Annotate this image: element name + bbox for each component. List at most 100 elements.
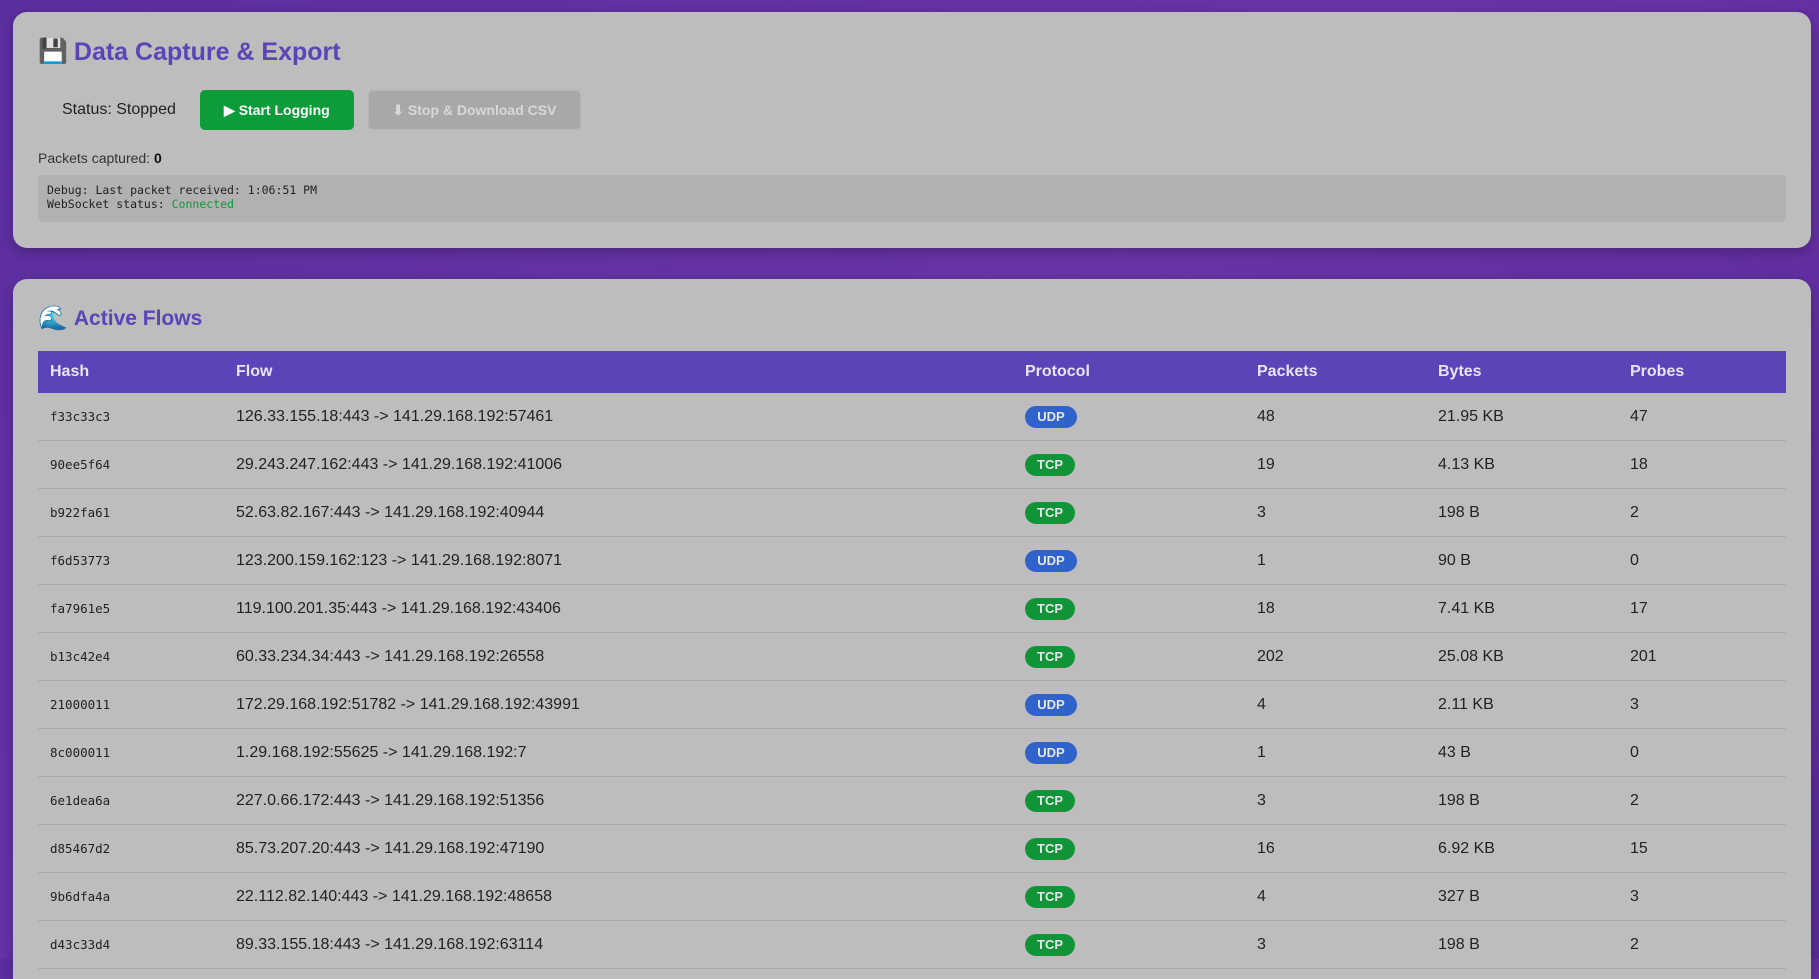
column-header-hash[interactable]: Hash [38, 351, 224, 393]
protocol-cell: TCP [1013, 872, 1245, 921]
probes-cell: 2 [1618, 488, 1786, 537]
bytes-cell: 7.41 KB [1426, 584, 1618, 633]
protocol-badge: TCP [1025, 789, 1075, 812]
websocket-status-line: WebSocket status: Connected [47, 197, 1777, 211]
table-row[interactable]: 6e1dea6a 227.0.66.172:443 -> 141.29.168.1… [38, 776, 1786, 825]
column-header-protocol[interactable]: Protocol [1013, 351, 1245, 393]
column-header-bytes[interactable]: Bytes [1426, 351, 1618, 393]
bytes-cell: 25.08 KB [1426, 632, 1618, 681]
flow-cell: 85.73.207.20:443 -> 141.29.168.192:47190 [224, 824, 1013, 873]
flow-cell: 126.33.155.18:443 -> 141.29.168.192:5746… [224, 393, 1013, 441]
protocol-cell: TCP [1013, 440, 1245, 489]
bytes-cell: 4.13 KB [1426, 440, 1618, 489]
protocol-badge: TCP [1025, 645, 1075, 668]
protocol-cell: UDP [1013, 393, 1245, 441]
table-row[interactable]: d85467d2 85.73.207.20:443 -> 141.29.168.1… [38, 824, 1786, 873]
table-row[interactable]: 9b6dfa4a 22.112.82.140:443 -> 141.29.168.… [38, 872, 1786, 921]
probes-cell: 2 [1618, 776, 1786, 825]
column-header-packets[interactable]: Packets [1245, 351, 1426, 393]
flow-cell: 22.112.82.140:443 -> 141.29.168.192:4865… [224, 872, 1013, 921]
protocol-cell: UDP [1013, 680, 1245, 729]
table-row[interactable]: f33c33c3 126.33.155.18:443 -> 141.29.168.… [38, 393, 1786, 441]
flows-table-header: Hash Flow Protocol Packets Bytes Probes [38, 351, 1786, 393]
flow-cell: 60.33.234.34:443 -> 141.29.168.192:26558 [224, 632, 1013, 681]
packets-cell: 3 [1245, 488, 1426, 537]
protocol-cell: TCP [1013, 632, 1245, 681]
packets-cell: 4 [1245, 680, 1426, 729]
bytes-cell: 43 B [1426, 728, 1618, 777]
start-logging-button[interactable]: ▶ Start Logging [199, 90, 354, 130]
bytes-cell: 198 B [1426, 776, 1618, 825]
table-row[interactable]: 8c000011 1.29.168.192:55625 -> 141.29.168… [38, 728, 1786, 777]
protocol-cell: TCP [1013, 824, 1245, 873]
flow-cell: 52.63.82.167:443 -> 141.29.168.192:40944 [224, 488, 1013, 537]
flow-hash-cell: 8c000011 [38, 728, 224, 777]
protocol-badge: TCP [1025, 501, 1075, 524]
table-row[interactable]: 21000011 172.29.168.192:51782 -> 141.29.1… [38, 680, 1786, 729]
flow-hash-cell: d85467d2 [38, 824, 224, 873]
packets-cell: 3 [1245, 920, 1426, 969]
table-row[interactable]: fa7961e5 119.100.201.35:443 -> 141.29.168… [38, 584, 1786, 633]
packets-cell: 1 [1245, 728, 1426, 777]
bytes-cell: 198 B [1426, 920, 1618, 969]
websocket-status-value: Connected [171, 197, 234, 211]
flow-hash-cell: f6d53773 [38, 536, 224, 585]
column-header-probes[interactable]: Probes [1618, 351, 1786, 393]
table-row[interactable]: b922fa61 52.63.82.167:443 -> 141.29.168.1… [38, 488, 1786, 537]
capture-controls: Status: Stopped ▶ Start Logging ⬇ Stop &… [38, 90, 1786, 130]
flow-cell: 119.100.201.35:443 -> 141.29.168.192:434… [224, 584, 1013, 633]
protocol-cell: TCP [1013, 488, 1245, 537]
flow-hash-cell: 90ee5f64 [38, 440, 224, 489]
table-row[interactable]: 90ee5f64 29.243.247.162:443 -> 141.29.168… [38, 440, 1786, 489]
packets-captured: Packets captured: 0 [38, 150, 1786, 166]
packets-cell: 1 [1245, 536, 1426, 585]
flow-hash-cell: b922fa61 [38, 488, 224, 537]
flow-cell: 89.33.155.18:443 -> 141.29.168.192:63114 [224, 920, 1013, 969]
protocol-badge: UDP [1025, 693, 1077, 716]
flow-hash-cell: 6e1dea6a [38, 776, 224, 825]
packets-cell: 4 [1245, 872, 1426, 921]
packets-captured-label: Packets captured: [38, 150, 154, 166]
active-flows-panel: 🌊 Active Flows Hash Flow Protocol Packet… [13, 279, 1811, 979]
bytes-cell: 6.92 KB [1426, 824, 1618, 873]
packets-cell: 3 [1245, 776, 1426, 825]
column-header-flow[interactable]: Flow [224, 351, 1013, 393]
floppy-disk-icon: 💾 [38, 38, 68, 65]
flow-hash-cell: 9b6dfa4a [38, 872, 224, 921]
websocket-status-label: WebSocket status: [47, 197, 172, 211]
probes-cell: 15 [1618, 824, 1786, 873]
packets-cell: 19 [1245, 440, 1426, 489]
flow-hash-cell: f33c33c3 [38, 393, 224, 441]
flow-hash-cell: 21000011 [38, 680, 224, 729]
probes-cell: 3 [1618, 680, 1786, 729]
flow-hash-cell: fa7961e5 [38, 584, 224, 633]
flow-hash-cell: d43c33d4 [38, 920, 224, 969]
table-row[interactable]: b13c42e4 60.33.234.34:443 -> 141.29.168.1… [38, 632, 1786, 681]
packets-cell: 18 [1245, 584, 1426, 633]
flows-title-text: Active Flows [73, 307, 203, 330]
flow-cell: 1.29.168.192:55625 -> 141.29.168.192:7 [224, 728, 1013, 777]
protocol-cell: TCP [1013, 776, 1245, 825]
flows-table-body: f33c33c3 126.33.155.18:443 -> 141.29.168.… [38, 393, 1786, 969]
probes-cell: 18 [1618, 440, 1786, 489]
protocol-badge: TCP [1025, 597, 1075, 620]
table-row[interactable]: d43c33d4 89.33.155.18:443 -> 141.29.168.1… [38, 920, 1786, 969]
flow-cell: 123.200.159.162:123 -> 141.29.168.192:80… [224, 536, 1013, 585]
packets-captured-count: 0 [153, 150, 162, 166]
data-capture-panel: 💾 Data Capture & Export Status: Stopped … [13, 12, 1811, 248]
probes-cell: 17 [1618, 584, 1786, 633]
flow-cell: 227.0.66.172:443 -> 141.29.168.192:51356 [224, 776, 1013, 825]
protocol-cell: TCP [1013, 920, 1245, 969]
capture-title: 💾 Data Capture & Export [38, 36, 1786, 68]
protocol-badge: UDP [1025, 741, 1077, 764]
protocol-cell: UDP [1013, 728, 1245, 777]
stop-download-csv-button[interactable]: ⬇ Stop & Download CSV [367, 90, 581, 130]
protocol-badge: TCP [1025, 453, 1075, 476]
flows-table: Hash Flow Protocol Packets Bytes Probes … [38, 351, 1786, 969]
protocol-badge: TCP [1025, 837, 1075, 860]
table-row[interactable]: f6d53773 123.200.159.162:123 -> 141.29.16… [38, 536, 1786, 585]
capture-title-text: Data Capture & Export [73, 38, 341, 66]
probes-cell: 0 [1618, 728, 1786, 777]
flow-cell: 172.29.168.192:51782 -> 141.29.168.192:4… [224, 680, 1013, 729]
bytes-cell: 2.11 KB [1426, 680, 1618, 729]
